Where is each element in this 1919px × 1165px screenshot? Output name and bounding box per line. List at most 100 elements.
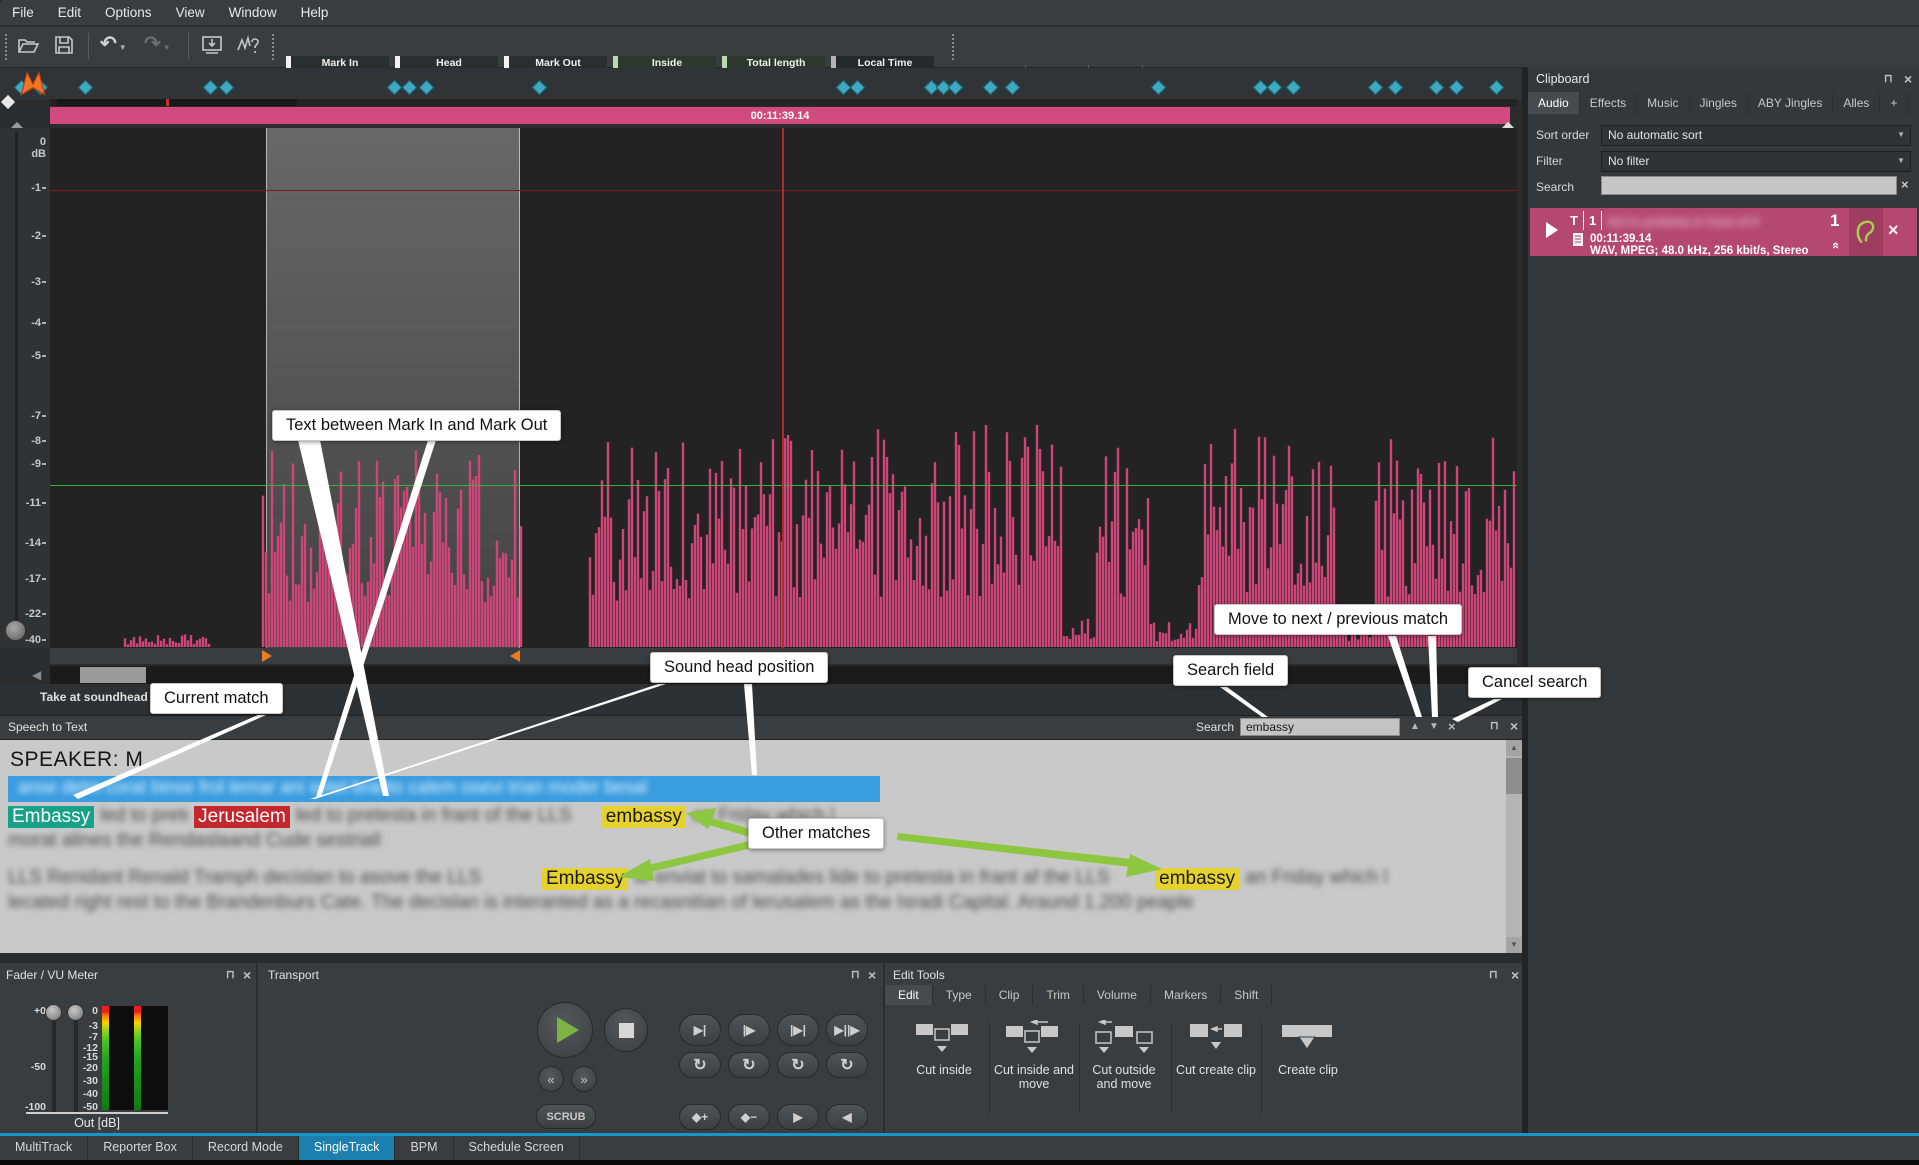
- clipboard-audio-item[interactable]: T 1 led to pretesta in frant of the LLS …: [1530, 208, 1917, 256]
- menu-item-2[interactable]: Options: [93, 5, 164, 20]
- skip-button-0[interactable]: ▶|: [679, 1014, 721, 1046]
- take-at-soundhead-label[interactable]: Take at soundhead: [40, 690, 148, 704]
- threshold-slider-knob[interactable]: [5, 620, 26, 641]
- marker-button-0[interactable]: ◆+: [679, 1104, 721, 1130]
- transcript-scrollbar-thumb[interactable]: [1506, 758, 1522, 794]
- menu-item-3[interactable]: View: [164, 5, 217, 20]
- stop-button[interactable]: [604, 1008, 648, 1052]
- timeline-marker-6[interactable]: [402, 80, 418, 96]
- loop-button-3[interactable]: ↻: [826, 1052, 868, 1078]
- close-icon[interactable]: ×: [1511, 969, 1519, 981]
- match-highlight[interactable]: Embassy: [542, 868, 628, 890]
- marker-button-1[interactable]: ◆−: [728, 1104, 770, 1130]
- timeline-marker-20[interactable]: [1368, 80, 1384, 96]
- loop-button-2[interactable]: ↻: [777, 1052, 819, 1078]
- sort-order-dropdown[interactable]: No automatic sort: [1601, 125, 1911, 146]
- timeline-marker-13[interactable]: [948, 80, 964, 96]
- timeline-marker-21[interactable]: [1388, 80, 1404, 96]
- scrub-button[interactable]: SCRUB: [536, 1104, 596, 1129]
- marker-button-3[interactable]: ◀: [826, 1104, 868, 1130]
- edit-tools-tab-0[interactable]: Edit: [885, 985, 933, 1005]
- current-match-highlight[interactable]: Embassy: [8, 806, 94, 828]
- cut-inside-move-tool[interactable]: Cut inside and move: [991, 1020, 1077, 1092]
- timeline-marker-24[interactable]: [1489, 80, 1505, 96]
- edit-tools-tab-5[interactable]: Markers: [1151, 985, 1221, 1005]
- undo-button[interactable]: ↶▼: [100, 31, 127, 56]
- cut-inside-tool[interactable]: Cut inside: [901, 1020, 987, 1077]
- remove-clip-icon[interactable]: ×: [1888, 220, 1899, 241]
- workspace-tab-4[interactable]: BPM: [395, 1136, 453, 1160]
- skip-button-2[interactable]: |▶|: [777, 1014, 819, 1046]
- timeline-m-marker[interactable]: [20, 70, 46, 101]
- collapse-icon[interactable]: «: [1829, 242, 1844, 249]
- play-icon[interactable]: [1546, 222, 1558, 238]
- clear-search-button[interactable]: ×: [1448, 719, 1456, 734]
- timeline-marker-5[interactable]: [387, 80, 403, 96]
- scroll-left-arrow-icon[interactable]: ◀: [32, 668, 41, 682]
- timeline-marker-2[interactable]: [78, 80, 94, 96]
- prelisten-button[interactable]: [1849, 208, 1883, 256]
- timeline-overview-bar[interactable]: 00:11:39.14: [50, 107, 1510, 124]
- menu-item-4[interactable]: Window: [217, 5, 289, 20]
- menu-item-1[interactable]: Edit: [46, 5, 93, 20]
- filter-dropdown[interactable]: No filter: [1601, 151, 1911, 172]
- timeline-marker-22[interactable]: [1429, 80, 1445, 96]
- redo-button[interactable]: ↷▼: [144, 31, 171, 56]
- menu-item-5[interactable]: Help: [289, 5, 341, 20]
- timeline-marker-18[interactable]: [1267, 80, 1283, 96]
- loop-button-1[interactable]: ↻: [728, 1052, 770, 1078]
- fader-left-track[interactable]: [52, 1006, 56, 1114]
- clipboard-search-input[interactable]: [1601, 176, 1897, 195]
- save-icon[interactable]: [52, 33, 76, 57]
- pin-icon[interactable]: ⊓: [226, 968, 235, 981]
- fader-left-knob[interactable]: [45, 1004, 62, 1021]
- clipboard-tab-5[interactable]: Alles: [1833, 92, 1880, 114]
- previous-match-button[interactable]: ▲: [1410, 721, 1420, 732]
- clipboard-tab-2[interactable]: Music: [1637, 92, 1689, 114]
- mark-in-handle[interactable]: [262, 650, 272, 662]
- menu-item-0[interactable]: File: [0, 5, 46, 20]
- edit-tools-tab-2[interactable]: Clip: [986, 985, 1034, 1005]
- clipboard-tab-0[interactable]: Audio: [1528, 92, 1580, 114]
- forward-button[interactable]: »: [571, 1066, 597, 1092]
- toolbar-grip[interactable]: [5, 34, 8, 60]
- edit-tools-tab-1[interactable]: Type: [933, 985, 986, 1005]
- speech-search-input[interactable]: [1240, 718, 1400, 736]
- pin-icon[interactable]: ⊓: [1490, 719, 1499, 732]
- workspace-tab-3[interactable]: SingleTrack: [299, 1136, 396, 1160]
- timeline-marker-3[interactable]: [203, 80, 219, 96]
- workspace-tab-1[interactable]: Reporter Box: [88, 1136, 193, 1160]
- scroll-up-arrow-icon[interactable]: ▲: [1506, 740, 1522, 756]
- cut-create-clip-tool[interactable]: Cut create clip: [1173, 1020, 1259, 1077]
- close-icon[interactable]: ×: [1904, 73, 1912, 85]
- play-button[interactable]: [537, 1002, 593, 1058]
- audio-analysis-icon[interactable]: [236, 33, 262, 57]
- skip-button-1[interactable]: |▶: [728, 1014, 770, 1046]
- timeline-marker-8[interactable]: [532, 80, 548, 96]
- soundhead-playhead[interactable]: [782, 128, 784, 648]
- timeline-marker-14[interactable]: [983, 80, 999, 96]
- clipboard-tab-4[interactable]: ABY Jingles: [1748, 92, 1833, 114]
- timeline-marker-7[interactable]: [419, 80, 435, 96]
- toolbar-grip[interactable]: [952, 34, 955, 60]
- pin-icon[interactable]: ⊓: [851, 968, 860, 981]
- timeline-marker-4[interactable]: [219, 80, 235, 96]
- workspace-tab-0[interactable]: MultiTrack: [0, 1136, 88, 1160]
- edit-tools-tab-6[interactable]: Shift: [1221, 985, 1272, 1005]
- pin-icon[interactable]: ⊓: [1884, 72, 1893, 85]
- clear-search-icon[interactable]: ×: [1901, 177, 1909, 192]
- import-audio-icon[interactable]: [200, 33, 224, 57]
- workspace-tab-5[interactable]: Schedule Screen: [454, 1136, 580, 1160]
- entity-highlight[interactable]: Jerusalem: [194, 806, 290, 828]
- clipboard-tab-1[interactable]: Effects: [1580, 92, 1637, 114]
- waveform-scrollbar-thumb[interactable]: [80, 667, 146, 683]
- marker-button-2[interactable]: ▶: [777, 1104, 819, 1130]
- workspace-tab-2[interactable]: Record Mode: [193, 1136, 299, 1160]
- timeline-marker-19[interactable]: [1286, 80, 1302, 96]
- close-icon[interactable]: ×: [243, 969, 251, 981]
- loop-button-0[interactable]: ↻: [679, 1052, 721, 1078]
- timeline-marker-16[interactable]: [1151, 80, 1167, 96]
- rewind-button[interactable]: «: [538, 1066, 564, 1092]
- mark-out-handle[interactable]: [510, 650, 520, 662]
- timeline-marker-15[interactable]: [1005, 80, 1021, 96]
